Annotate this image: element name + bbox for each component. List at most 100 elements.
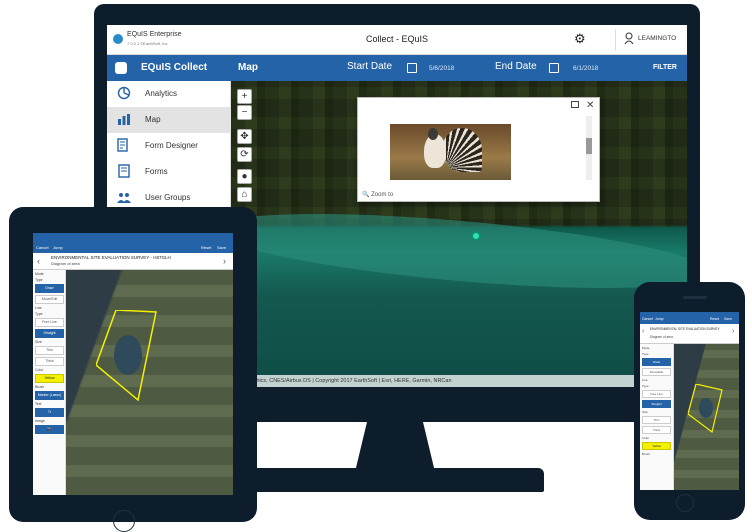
tool-button[interactable]: Draw bbox=[35, 284, 64, 293]
filter-button[interactable]: FILTER bbox=[653, 64, 677, 71]
calendar-icon[interactable] bbox=[407, 63, 417, 73]
tablet-drawing-tools: Mode Type Draw Move/Edit Line Type Free Line St… bbox=[33, 270, 66, 495]
user-icon bbox=[624, 32, 634, 45]
nav-app-name: EQuIS Collect bbox=[141, 62, 208, 73]
tablet-map[interactable] bbox=[66, 270, 233, 495]
sidebar-item-map[interactable]: Map bbox=[107, 107, 231, 133]
end-date-input[interactable]: 6/1/2018 bbox=[573, 65, 598, 72]
tool-button[interactable]: Straight bbox=[35, 329, 64, 338]
tool-group-label: Color bbox=[642, 436, 650, 440]
sidebar-item-label: Form Designer bbox=[145, 141, 198, 150]
sidebar-item-label: Map bbox=[145, 115, 161, 124]
save-button[interactable]: Save bbox=[724, 317, 732, 321]
tool-button[interactable]: Thin bbox=[35, 346, 64, 355]
save-button[interactable]: Save bbox=[217, 245, 226, 250]
sidebar-item-forms[interactable]: Forms bbox=[107, 159, 231, 185]
tool-group-label: Text bbox=[35, 402, 42, 406]
tool-group-label: Type bbox=[35, 278, 43, 282]
tool-button[interactable]: Draw bbox=[642, 358, 671, 366]
form-title: ENVIRONMENTAL SITE EVALUATION SURVEY bbox=[650, 327, 720, 331]
tool-button[interactable]: Straight bbox=[642, 400, 671, 408]
tool-button[interactable]: Free Line bbox=[35, 318, 64, 327]
reset-button[interactable]: Reset bbox=[710, 317, 719, 321]
tablet-action-bar: Cancel Jump Reset Save bbox=[33, 243, 233, 253]
sidebar-item-analytics[interactable]: Analytics bbox=[107, 81, 231, 107]
tool-button[interactable]: Move/Edit bbox=[642, 368, 671, 376]
brand-name: EQuIS Enterprise bbox=[127, 31, 182, 38]
form-subtitle: Diagram of area bbox=[51, 261, 80, 266]
form-designer-icon bbox=[117, 138, 128, 152]
jump-button[interactable]: Jump bbox=[655, 317, 664, 321]
drawn-polygon bbox=[688, 384, 723, 434]
tool-group-label: Brush bbox=[642, 452, 650, 456]
nav-bar: EQuIS Collect Map Start Date 5/6/2018 En… bbox=[107, 55, 687, 81]
rotate-tool-button[interactable]: ⟳ bbox=[237, 147, 252, 162]
sidebar-item-label: Forms bbox=[145, 167, 168, 176]
maximize-icon[interactable] bbox=[571, 101, 579, 108]
tool-button[interactable]: 📷 bbox=[35, 425, 64, 434]
form-subtitle: Diagram of area bbox=[650, 335, 673, 339]
tool-button[interactable]: Free Line bbox=[642, 390, 671, 398]
phone-action-bar: Cancel Jump Reset Save bbox=[640, 312, 739, 324]
tool-button[interactable]: Yellow bbox=[642, 442, 671, 450]
map-popup: ✕ 🔍 Zoom to bbox=[357, 97, 600, 202]
phone-map[interactable] bbox=[674, 344, 739, 490]
tool-group-label: Line bbox=[35, 306, 42, 310]
sidebar-item-form-designer[interactable]: Form Designer bbox=[107, 133, 231, 159]
sidebar-item-label: User Groups bbox=[145, 193, 191, 202]
jump-button[interactable]: Jump bbox=[53, 245, 63, 250]
reset-button[interactable]: Reset bbox=[201, 245, 211, 250]
calendar-icon[interactable] bbox=[549, 63, 559, 73]
user-groups-icon bbox=[117, 193, 131, 203]
tool-button[interactable]: Thin bbox=[642, 416, 671, 424]
tool-group-label: Image bbox=[35, 419, 45, 423]
cancel-button[interactable]: Cancel bbox=[36, 245, 48, 250]
cancel-button[interactable]: Cancel bbox=[642, 317, 653, 321]
zoom-in-button[interactable]: + bbox=[237, 89, 252, 104]
chevron-right-icon[interactable]: › bbox=[223, 256, 226, 266]
tool-group-label: Mode bbox=[642, 346, 650, 350]
tool-group-label: Color bbox=[35, 368, 44, 372]
user-menu[interactable]: LEAMINGTO bbox=[615, 29, 687, 51]
title-bar: EQuIS Enterprise 7.0.0.1 ©EarthSoft, Inc… bbox=[107, 25, 687, 55]
collect-logo-icon bbox=[115, 62, 127, 74]
pan-tool-button[interactable]: ✥ bbox=[237, 129, 252, 144]
bird-head bbox=[428, 128, 438, 140]
tool-button[interactable]: Marker (Lasso) bbox=[35, 391, 64, 400]
forms-icon bbox=[118, 164, 130, 178]
start-date-input[interactable]: 5/6/2018 bbox=[429, 65, 454, 72]
gear-icon[interactable]: ⚙ bbox=[574, 31, 586, 47]
close-icon[interactable]: ✕ bbox=[586, 100, 594, 111]
locate-button[interactable]: ● bbox=[237, 169, 252, 184]
chevron-right-icon[interactable]: › bbox=[732, 328, 734, 335]
tool-button[interactable]: Tr bbox=[35, 408, 64, 417]
tool-button[interactable]: Thick bbox=[642, 426, 671, 434]
tool-button[interactable]: Yellow bbox=[35, 374, 64, 383]
chevron-left-icon[interactable]: ‹ bbox=[37, 256, 40, 266]
zoom-to-link[interactable]: 🔍 Zoom to bbox=[362, 191, 393, 198]
user-name: LEAMINGTO bbox=[638, 35, 677, 42]
tool-group-label: Line bbox=[642, 378, 648, 382]
zoom-out-button[interactable]: − bbox=[237, 105, 252, 120]
tool-group-label: Size bbox=[642, 410, 648, 414]
phone-app-screen: Cancel Jump Reset Save ‹ ENVIRONMENTAL S… bbox=[640, 312, 739, 490]
tool-group-label: Type bbox=[642, 352, 649, 356]
nav-page-title: Map bbox=[238, 62, 258, 73]
zoom-to-label: Zoom to bbox=[371, 192, 394, 198]
sage-grouse-photo bbox=[390, 124, 511, 180]
map-marker-icon[interactable] bbox=[471, 231, 481, 241]
analytics-icon bbox=[117, 86, 131, 100]
tablet-status-bar bbox=[33, 233, 233, 243]
bird-tail bbox=[442, 128, 482, 172]
map-attribution: Geographics, CNES/Airbus DS | Copyright … bbox=[231, 375, 687, 387]
start-date-label: Start Date bbox=[347, 61, 393, 72]
popup-scrollbar-thumb[interactable] bbox=[586, 138, 592, 154]
phone-speaker bbox=[683, 296, 707, 299]
tool-button[interactable]: Move/Edit bbox=[35, 295, 64, 304]
home-button[interactable]: ⌂ bbox=[237, 187, 252, 202]
equis-logo-icon bbox=[113, 34, 123, 44]
monitor-base bbox=[250, 468, 544, 492]
tool-button[interactable]: Thick bbox=[35, 357, 64, 366]
brand: EQuIS Enterprise 7.0.0.1 ©EarthSoft, Inc… bbox=[113, 31, 243, 51]
chevron-left-icon[interactable]: ‹ bbox=[642, 328, 644, 335]
